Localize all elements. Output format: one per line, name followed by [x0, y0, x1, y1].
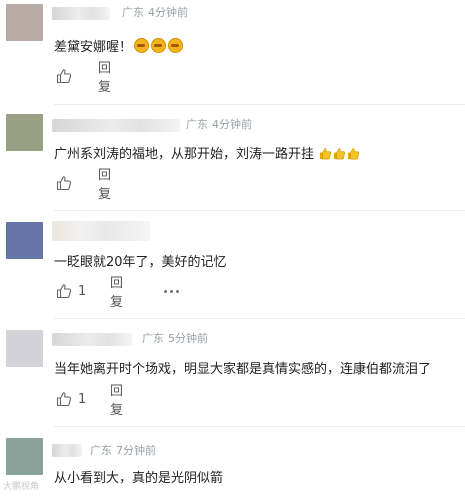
more-options-icon[interactable] — [164, 281, 182, 301]
reply-label: 回复 — [98, 61, 112, 95]
comment-body: 从小看到大，真的是光阴似箭 — [54, 471, 224, 486]
reply-button[interactable]: 回复 — [110, 384, 123, 418]
username-blurred[interactable] — [52, 119, 180, 132]
avatar[interactable] — [6, 438, 43, 475]
comment-item: 广东 5分钟前 当年她离开时个场戏，明显大家都是真情实感的，连康伯都流泪了 1 回… — [0, 326, 465, 427]
username-blurred[interactable] — [52, 221, 150, 241]
reply-label: 回复 — [110, 384, 124, 418]
avatar[interactable] — [6, 4, 43, 41]
reply-label: 回复 — [98, 168, 112, 202]
divider — [54, 426, 465, 427]
emoji-icon — [151, 38, 167, 53]
comment-text: 广州系刘涛的福地，从那开始，刘涛一路开挂 — [54, 146, 360, 164]
comment-body: 一眨眼就20年了，美好的记忆 — [54, 255, 227, 270]
comment-text: 一眨眼就20年了，美好的记忆 — [54, 254, 227, 272]
thumbs-up-icon — [56, 176, 72, 191]
comment-location: 广东 — [90, 444, 112, 457]
avatar[interactable] — [6, 222, 43, 259]
divider — [54, 104, 465, 105]
reply-label: 回复 — [110, 276, 124, 310]
like-count: 1 — [78, 283, 87, 299]
comment-item: 广东 7分钟前 从小看到大，真的是光阴似箭 — [0, 436, 465, 496]
avatar[interactable] — [6, 330, 43, 367]
emoji-icon — [168, 38, 184, 53]
comment-item: 一眨眼就20年了，美好的记忆 1 回复 — [0, 218, 465, 319]
comment-body: 当年她离开时个场戏，明显大家都是真情实感的，连康伯都流泪了 — [54, 362, 432, 377]
comment-meta: 广东 4分钟前 — [122, 4, 192, 20]
thumbs-up-icon — [56, 392, 72, 407]
watermark: 大鹏视角 — [3, 482, 40, 492]
comment-item: 广东 4分钟前 差黛安娜喔！ 回复 — [0, 0, 465, 105]
thumbs-up-icon — [56, 284, 72, 299]
thumbs-up-icon — [56, 69, 72, 84]
like-button[interactable] — [56, 66, 72, 86]
like-button[interactable]: 1 — [56, 281, 86, 301]
reply-button[interactable]: 回复 — [98, 61, 111, 95]
comment-item: 广东 4分钟前 广州系刘涛的福地，从那开始，刘涛一路开挂 回复 — [0, 112, 465, 212]
like-button[interactable] — [56, 173, 72, 193]
reply-button[interactable]: 回复 — [110, 276, 123, 310]
thumbs-up-emoji-icon — [348, 148, 360, 160]
comment-meta: 广东 7分钟前 — [90, 442, 160, 458]
comment-time: 5分钟前 — [168, 332, 208, 345]
like-button[interactable]: 1 — [56, 389, 86, 409]
comment-text: 当年她离开时个场戏，明显大家都是真情实感的，连康伯都流泪了 — [54, 361, 431, 379]
comment-time: 7分钟前 — [116, 444, 156, 457]
comment-meta: 广东 5分钟前 — [142, 330, 212, 346]
username-blurred[interactable] — [52, 333, 132, 346]
comment-text: 差黛安娜喔！ — [54, 38, 184, 57]
comment-location: 广东 — [122, 6, 144, 19]
comment-location: 广东 — [142, 332, 164, 345]
thumbs-up-emoji-icon — [320, 148, 332, 160]
comment-text: 从小看到大，真的是光阴似箭 — [54, 470, 223, 488]
like-count: 1 — [78, 391, 87, 407]
divider — [54, 318, 465, 319]
comment-location: 广东 — [186, 118, 208, 131]
comment-time: 4分钟前 — [148, 6, 188, 19]
divider — [54, 210, 465, 211]
avatar[interactable] — [6, 114, 43, 151]
emoji-icon — [134, 38, 150, 53]
username-blurred[interactable] — [52, 444, 82, 457]
username-blurred[interactable] — [52, 7, 110, 20]
comment-time: 4分钟前 — [212, 118, 252, 131]
comment-body: 差黛安娜喔！ — [54, 40, 133, 55]
comment-meta: 广东 4分钟前 — [186, 116, 256, 132]
thumbs-up-emoji-icon — [334, 148, 346, 160]
comment-body: 广州系刘涛的福地，从那开始，刘涛一路开挂 — [54, 147, 315, 162]
reply-button[interactable]: 回复 — [98, 168, 111, 202]
